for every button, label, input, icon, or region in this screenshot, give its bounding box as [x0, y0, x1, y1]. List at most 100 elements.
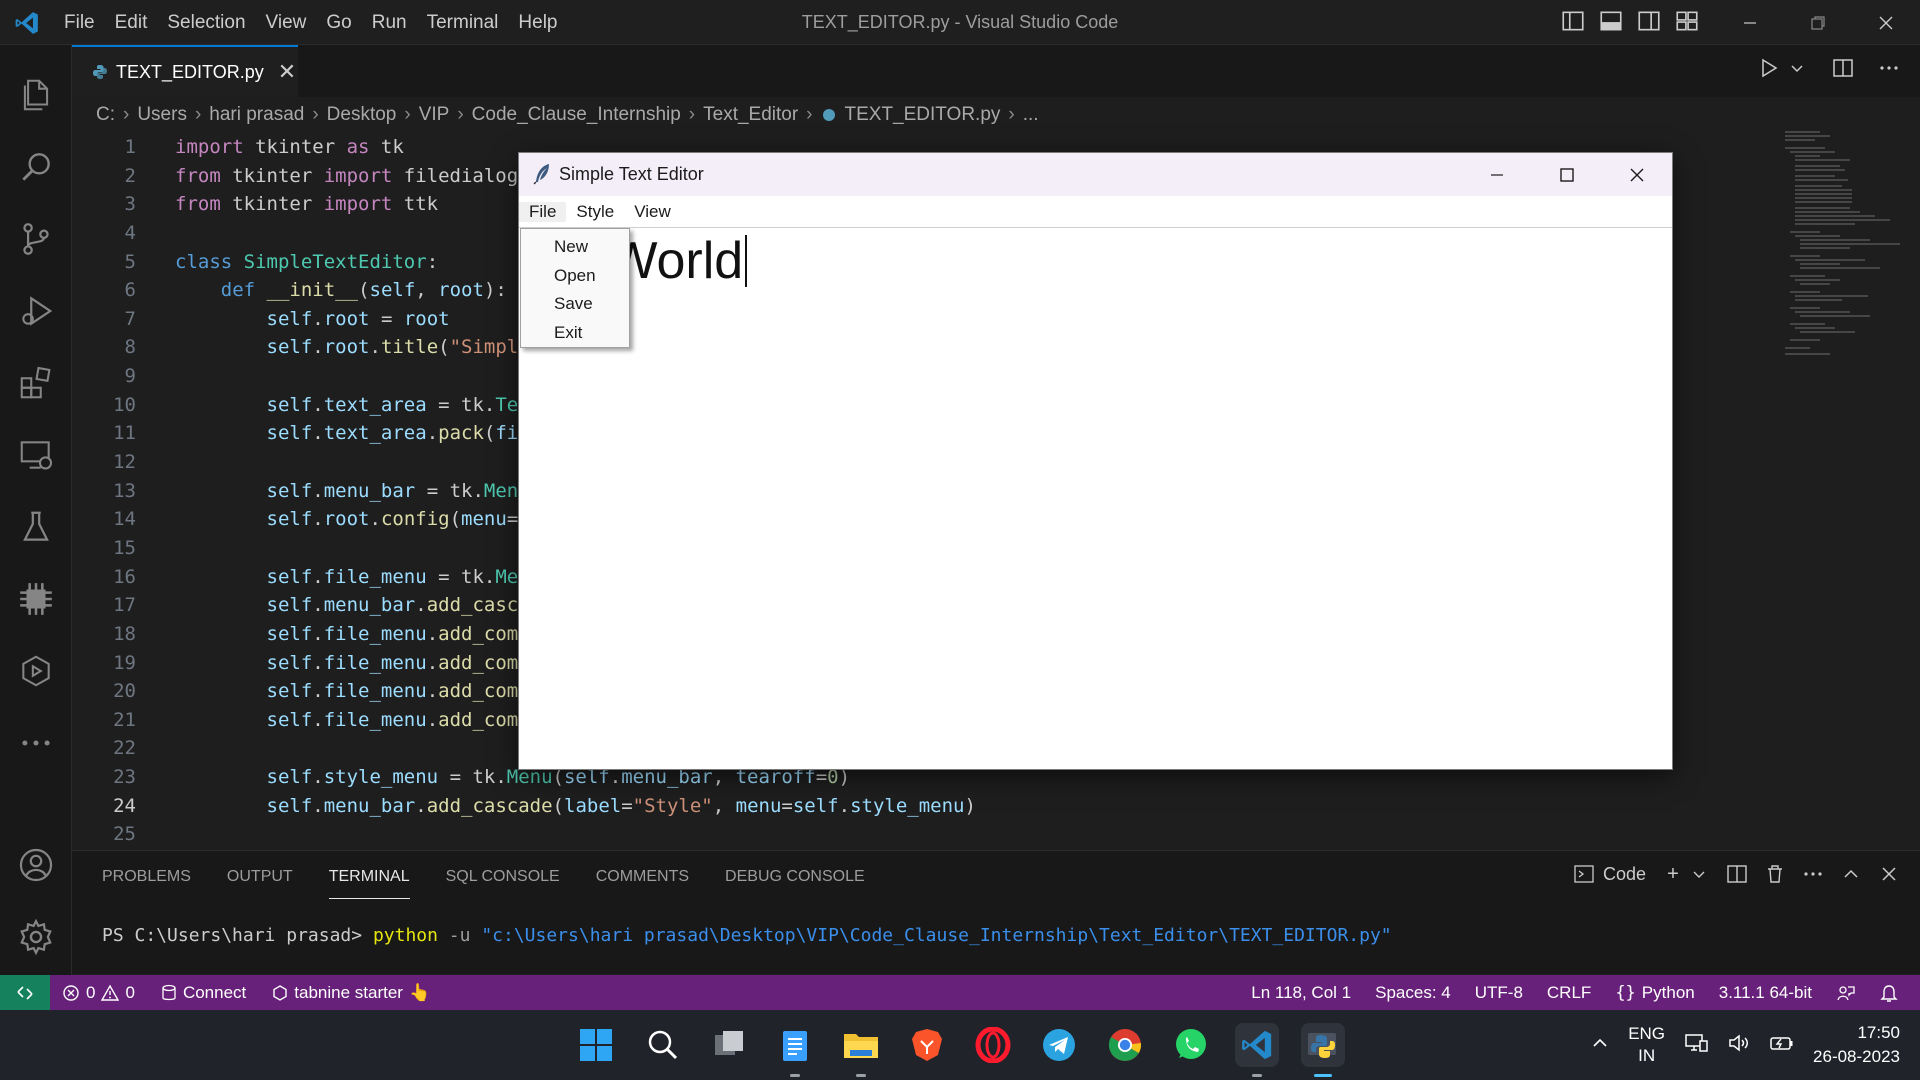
testing-icon[interactable] — [0, 497, 72, 557]
file-explorer-icon[interactable] — [839, 1023, 883, 1077]
toggle-panel-icon[interactable] — [1598, 8, 1624, 34]
vscode-taskbar-icon[interactable] — [1235, 1023, 1279, 1077]
tk-menu-file[interactable]: File — [519, 201, 567, 222]
playwright-icon[interactable] — [0, 641, 72, 701]
menu-selection[interactable]: Selection — [157, 12, 255, 34]
toggle-primary-sidebar-icon[interactable] — [1560, 8, 1586, 34]
opera-browser-icon[interactable] — [971, 1023, 1015, 1067]
tab-close-icon[interactable]: ✕ — [278, 59, 296, 85]
editor-scrollbar[interactable] — [1906, 128, 1920, 848]
task-view-icon[interactable] — [707, 1023, 751, 1067]
tk-menu-view[interactable]: View — [624, 202, 681, 222]
kill-terminal-trash-icon[interactable] — [1764, 863, 1786, 885]
tab-sql-console[interactable]: SQL CONSOLE — [446, 867, 560, 899]
breadcrumb-item[interactable]: Code_Clause_Internship — [472, 104, 681, 126]
more-actions-icon[interactable] — [1876, 57, 1902, 83]
restore-icon[interactable] — [1784, 0, 1852, 45]
terminal-output[interactable]: PS C:\Users\hari prasad> python -u "c:\U… — [102, 925, 1392, 946]
input-language-indicator[interactable]: ENG IN — [1628, 1023, 1665, 1067]
menu-terminal[interactable]: Terminal — [417, 12, 509, 34]
tab-terminal[interactable]: TERMINAL — [328, 867, 410, 899]
breadcrumb-item[interactable]: TEXT_EDITOR.py — [845, 104, 1001, 126]
whatsapp-icon[interactable] — [1169, 1023, 1213, 1067]
notifications-bell-icon[interactable] — [1880, 983, 1898, 1003]
end-of-line[interactable]: CRLF — [1547, 983, 1591, 1003]
breadcrumb-item[interactable]: C: — [96, 104, 115, 126]
python-tk-window-icon[interactable] — [1301, 1023, 1345, 1077]
minimap[interactable] — [1780, 128, 1905, 378]
menu-go[interactable]: Go — [316, 12, 361, 34]
split-editor-icon[interactable] — [1830, 57, 1856, 83]
menu-edit[interactable]: Edit — [105, 12, 158, 34]
explorer-icon[interactable] — [0, 65, 72, 125]
tabnine-status[interactable]: tabnine starter 👆 — [272, 983, 430, 1003]
source-control-icon[interactable] — [0, 209, 72, 269]
show-hidden-icons-chevron-icon[interactable] — [1590, 1033, 1610, 1058]
new-terminal-plus-icon[interactable]: + — [1662, 863, 1684, 885]
tk-maximize-icon[interactable] — [1532, 153, 1602, 196]
volume-icon[interactable] — [1727, 1032, 1751, 1059]
connect-status[interactable]: Connect — [161, 983, 246, 1003]
search-taskbar-icon[interactable] — [641, 1023, 685, 1067]
breadcrumb-item[interactable]: Users — [137, 104, 187, 126]
customize-layout-icon[interactable] — [1674, 8, 1700, 34]
tk-menu-item-exit[interactable]: Exit — [521, 319, 629, 348]
battery-icon[interactable] — [1769, 1032, 1795, 1059]
run-options-chevron-icon[interactable] — [1784, 57, 1810, 83]
extensions-icon[interactable] — [0, 353, 72, 413]
tk-menu-item-save[interactable]: Save — [521, 290, 629, 319]
breadcrumb-item[interactable]: ... — [1023, 104, 1039, 126]
tk-text-area[interactable]: o World — [519, 229, 1672, 769]
language-mode[interactable]: {} Python — [1615, 983, 1694, 1003]
chrome-icon[interactable] — [1103, 1023, 1147, 1067]
toggle-secondary-sidebar-icon[interactable] — [1636, 8, 1662, 34]
chip-extension-icon[interactable] — [0, 569, 72, 629]
menu-run[interactable]: Run — [362, 12, 417, 34]
terminal-dropdown-chevron-icon[interactable] — [1688, 863, 1710, 885]
search-icon[interactable] — [0, 137, 72, 197]
terminal-profile-label[interactable]: Code — [1603, 864, 1646, 885]
indentation[interactable]: Spaces: 4 — [1375, 983, 1451, 1003]
breadcrumb-item[interactable]: hari prasad — [209, 104, 304, 126]
close-window-icon[interactable] — [1852, 0, 1920, 45]
minimize-icon[interactable] — [1716, 0, 1784, 45]
tk-close-icon[interactable] — [1602, 153, 1672, 196]
run-debug-icon[interactable] — [0, 281, 72, 341]
encoding[interactable]: UTF-8 — [1475, 983, 1523, 1003]
tk-menu-item-open[interactable]: Open — [521, 262, 629, 291]
tab-output[interactable]: OUTPUT — [227, 867, 293, 899]
tk-menu-item-new[interactable]: New — [521, 233, 629, 262]
menu-help[interactable]: Help — [508, 12, 567, 34]
split-terminal-icon[interactable] — [1726, 863, 1748, 885]
network-icon[interactable] — [1683, 1031, 1709, 1060]
windows-start-icon[interactable] — [574, 1023, 618, 1067]
problems-status[interactable]: 0 0 — [62, 983, 135, 1003]
tab-text-editor-py[interactable]: TEXT_EDITOR.py ✕ — [72, 45, 298, 97]
remote-indicator-icon[interactable] — [0, 975, 50, 1010]
panel-more-icon[interactable] — [1802, 863, 1824, 885]
tk-title-bar[interactable]: Simple Text Editor — [519, 153, 1672, 196]
brave-browser-icon[interactable] — [905, 1023, 949, 1067]
accounts-icon[interactable] — [0, 835, 72, 895]
tk-minimize-icon[interactable] — [1462, 153, 1532, 196]
cursor-position[interactable]: Ln 118, Col 1 — [1251, 983, 1351, 1003]
more-views-icon[interactable] — [0, 713, 72, 773]
breadcrumb-item[interactable]: Desktop — [327, 104, 397, 126]
notepad-icon[interactable] — [773, 1023, 817, 1077]
menu-file[interactable]: File — [54, 12, 105, 34]
maximize-panel-chevron-up-icon[interactable] — [1840, 863, 1862, 885]
breadcrumb-item[interactable]: Text_Editor — [703, 104, 798, 126]
close-panel-icon[interactable] — [1878, 863, 1900, 885]
breadcrumb-item[interactable]: VIP — [419, 104, 450, 126]
tk-menu-style[interactable]: Style — [566, 202, 624, 222]
telegram-icon[interactable] — [1037, 1023, 1081, 1067]
manage-gear-icon[interactable] — [0, 907, 72, 967]
python-interpreter[interactable]: 3.11.1 64-bit — [1719, 983, 1812, 1003]
system-clock[interactable]: 17:50 26-08-2023 — [1813, 1021, 1900, 1069]
tab-problems[interactable]: PROBLEMS — [102, 867, 191, 899]
menu-view[interactable]: View — [256, 12, 317, 34]
remote-explorer-icon[interactable] — [0, 425, 72, 485]
feedback-icon[interactable] — [1836, 983, 1856, 1003]
tab-debug-console[interactable]: DEBUG CONSOLE — [725, 867, 865, 899]
run-python-file-icon[interactable] — [1756, 57, 1782, 83]
